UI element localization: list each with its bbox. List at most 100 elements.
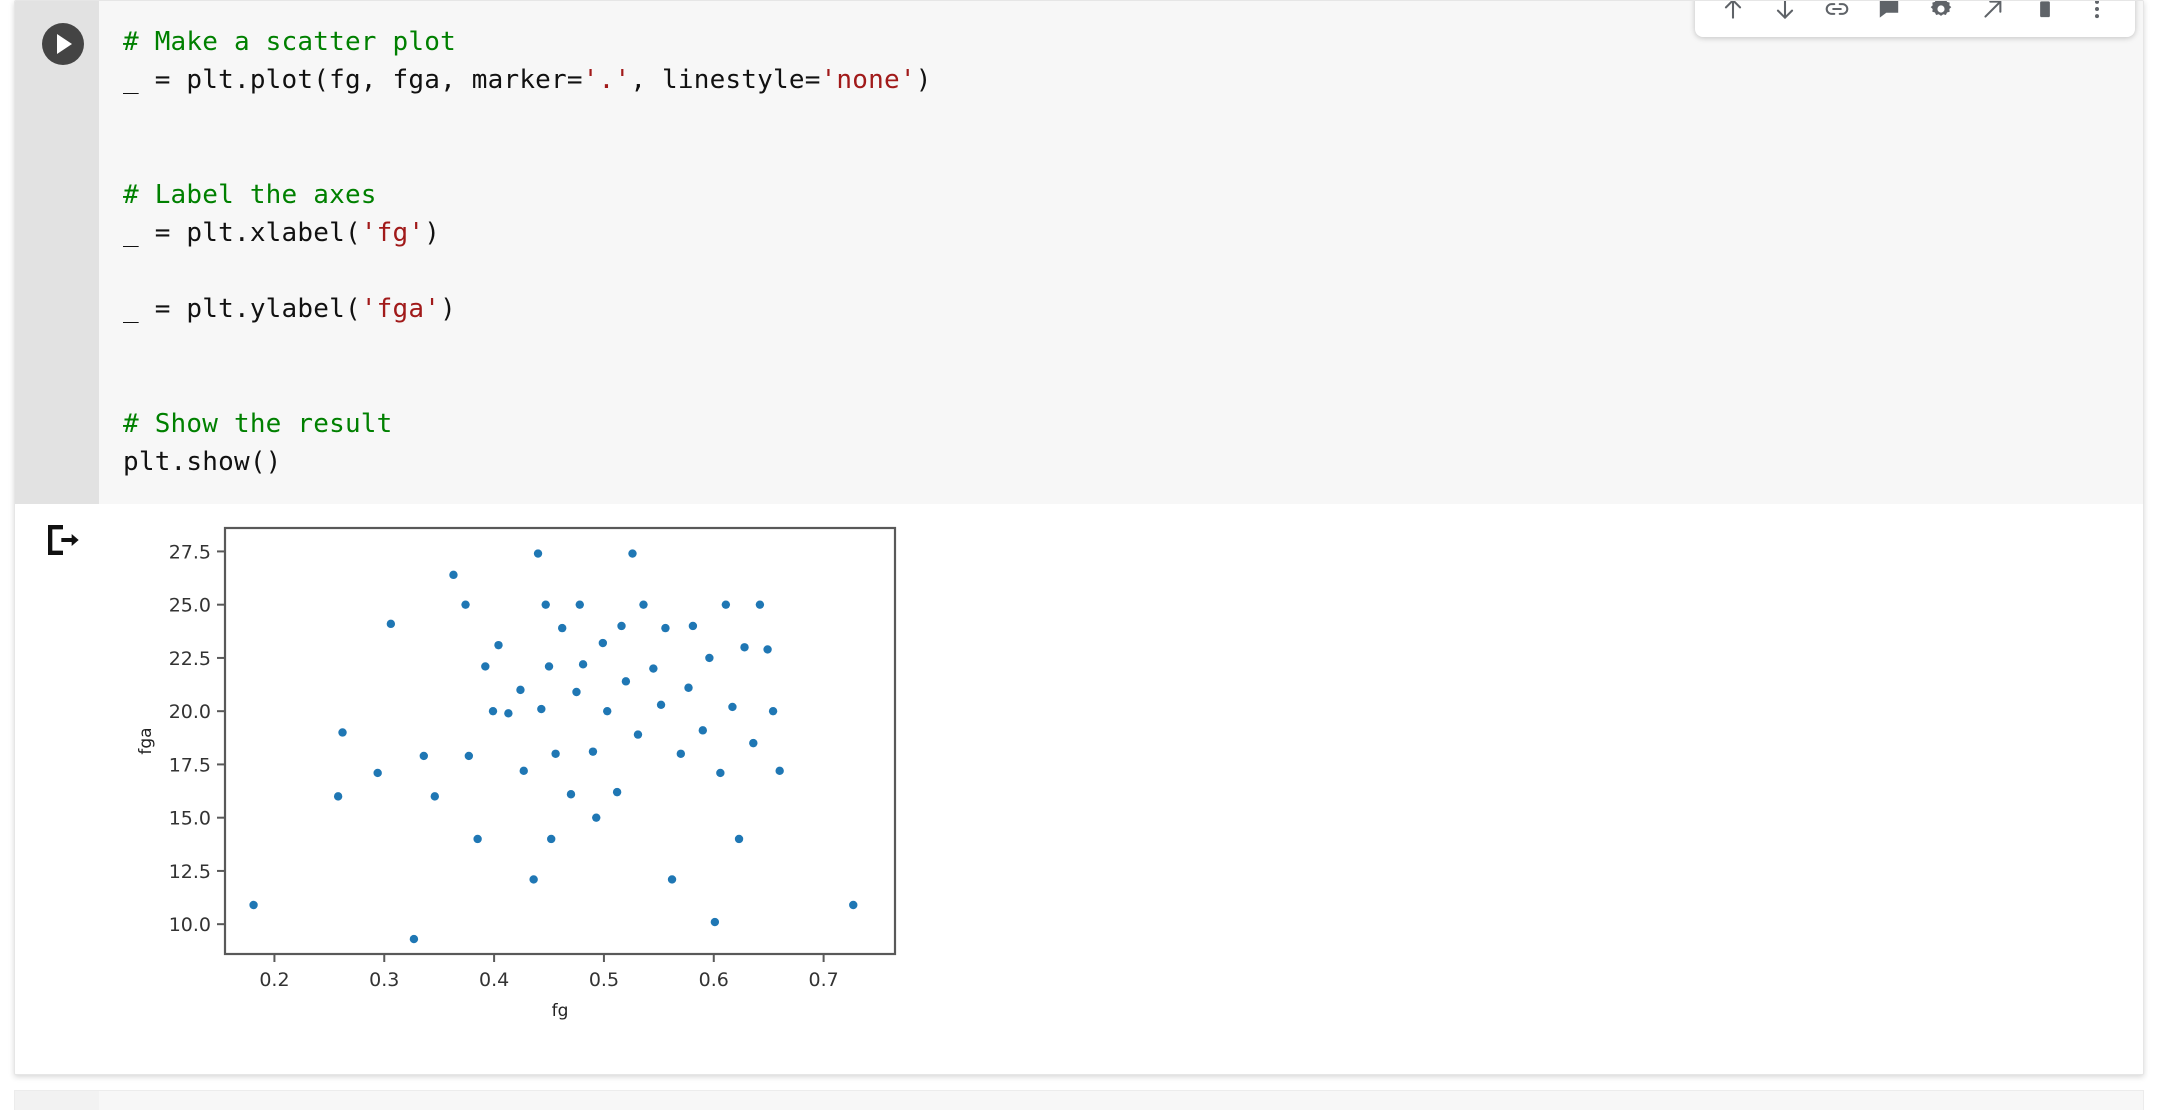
scatter-point <box>755 600 765 609</box>
y-axis-tick-label: 17.5 <box>169 754 211 776</box>
code-token: '.' <box>582 65 631 96</box>
scatter-point <box>373 768 382 778</box>
x-axis-tick-label: 0.5 <box>589 969 619 991</box>
code-token: ) <box>440 294 456 325</box>
link-to-cell-button[interactable] <box>1811 1 1863 29</box>
move-cell-down-button[interactable] <box>1759 1 1811 29</box>
code-line: # Make a scatter plot <box>123 23 932 61</box>
code-line: _ = plt.plot(fg, fga, marker='.', linest… <box>123 61 932 99</box>
scatter-point <box>449 570 458 580</box>
scatter-point <box>338 728 347 737</box>
scatter-point <box>481 662 490 671</box>
scatter-point <box>419 751 428 761</box>
scatter-point <box>566 790 576 799</box>
scatter-point <box>716 768 725 778</box>
scatter-point <box>533 549 543 558</box>
scatter-point <box>656 700 666 709</box>
gear-icon <box>1928 1 1954 22</box>
code-token: _ = plt.xlabel( <box>123 218 361 249</box>
code-token: _ = plt.plot(fg, fga, marker= <box>123 65 583 96</box>
scatter-point <box>588 747 598 756</box>
scatter-point <box>519 766 528 776</box>
code-line: _ = plt.ylabel('fga') <box>123 290 932 328</box>
x-axis-label: fg <box>552 1001 569 1021</box>
scatter-point <box>639 600 648 609</box>
comment-icon <box>1876 1 1902 22</box>
scatter-point <box>529 875 538 884</box>
matplotlib-figure: 10.0 12.5 15.0 17.5 20.0 22.5 25.0 27.5 0.2 0.3 0.… <box>125 514 945 1034</box>
scatter-point <box>649 664 658 673</box>
scatter-point <box>698 726 707 735</box>
scatter-point <box>710 917 720 927</box>
scatter-point <box>461 600 470 609</box>
scatter-point <box>578 660 588 669</box>
scatter-point <box>661 623 670 633</box>
scatter-point <box>633 730 643 739</box>
code-token: ) <box>915 65 932 96</box>
vertical-dots-icon <box>2084 1 2110 22</box>
scatter-point <box>734 834 744 844</box>
cell-settings-button[interactable] <box>1915 1 1967 29</box>
code-token: 'fga' <box>360 294 441 325</box>
arrow-down-icon <box>1772 1 1798 22</box>
x-axis-tick-label: 0.3 <box>369 969 399 991</box>
code-token: ) <box>424 218 441 249</box>
code-token: 'none' <box>820 65 916 96</box>
x-axis-tick-label: 0.6 <box>699 969 729 991</box>
delete-cell-button[interactable] <box>2019 1 2071 29</box>
code-editor-area[interactable]: # Make a scatter plot _ = plt.plot(fg, fg… <box>15 1 2143 504</box>
y-axis-tick-label: 12.5 <box>169 861 211 883</box>
scatter-point <box>249 900 258 910</box>
code-token: 'fg' <box>360 218 425 249</box>
scatter-point <box>705 653 714 663</box>
scatter-point <box>688 621 698 631</box>
notebook-code-cell[interactable]: # Make a scatter plot _ = plt.plot(fg, fg… <box>14 0 2144 1075</box>
scatter-point <box>516 685 525 695</box>
cell-action-toolbar[interactable] <box>1695 1 2135 37</box>
y-axis-tick-label: 10.0 <box>169 914 211 936</box>
scatter-point <box>667 875 677 884</box>
scatter-point <box>628 549 637 558</box>
scatter-point <box>740 643 749 652</box>
y-axis-tick-label: 25.0 <box>169 595 211 617</box>
code-line: # Label the axes <box>123 176 932 214</box>
code-token: plt.show() <box>123 447 282 478</box>
code-source[interactable]: # Make a scatter plot _ = plt.plot(fg, fg… <box>123 23 932 481</box>
scatter-point <box>551 749 560 758</box>
scatter-series <box>249 549 858 944</box>
scatter-point <box>464 751 474 761</box>
x-axis-tick-label: 0.4 <box>479 969 509 991</box>
code-line: # Show the result <box>123 405 932 443</box>
scatter-point <box>768 706 778 716</box>
scatter-point <box>473 834 482 844</box>
more-options-button[interactable] <box>2071 1 2123 29</box>
y-axis-tick-label: 22.5 <box>169 648 211 670</box>
scatter-point <box>728 702 737 712</box>
code-token: # Make a scatter plot <box>123 27 456 57</box>
scatter-point <box>494 640 503 650</box>
open-in-new-tab-button[interactable] <box>1967 1 2019 29</box>
next-notebook-cell[interactable] <box>14 1090 2144 1110</box>
notebook-screen: # Make a scatter plot _ = plt.plot(fg, fg… <box>0 0 2158 1110</box>
move-cell-up-button[interactable] <box>1707 1 1759 29</box>
scatter-point <box>763 645 772 654</box>
add-comment-button[interactable] <box>1863 1 1915 29</box>
trash-icon <box>2032 1 2058 22</box>
external-link-icon <box>1980 1 2006 22</box>
scatter-point <box>333 792 343 801</box>
scatter-point <box>621 677 631 686</box>
run-cell-button[interactable] <box>42 23 84 65</box>
code-token: # Label the axes <box>123 179 377 210</box>
plot-frame <box>223 526 897 956</box>
code-line: _ = plt.xlabel('fg') <box>123 214 932 252</box>
y-axis-tick-label: 20.0 <box>169 701 211 723</box>
scatter-point <box>504 709 513 718</box>
scatter-point <box>617 621 626 631</box>
scatter-point <box>547 834 556 844</box>
x-axis-tick-label: 0.7 <box>808 969 838 991</box>
